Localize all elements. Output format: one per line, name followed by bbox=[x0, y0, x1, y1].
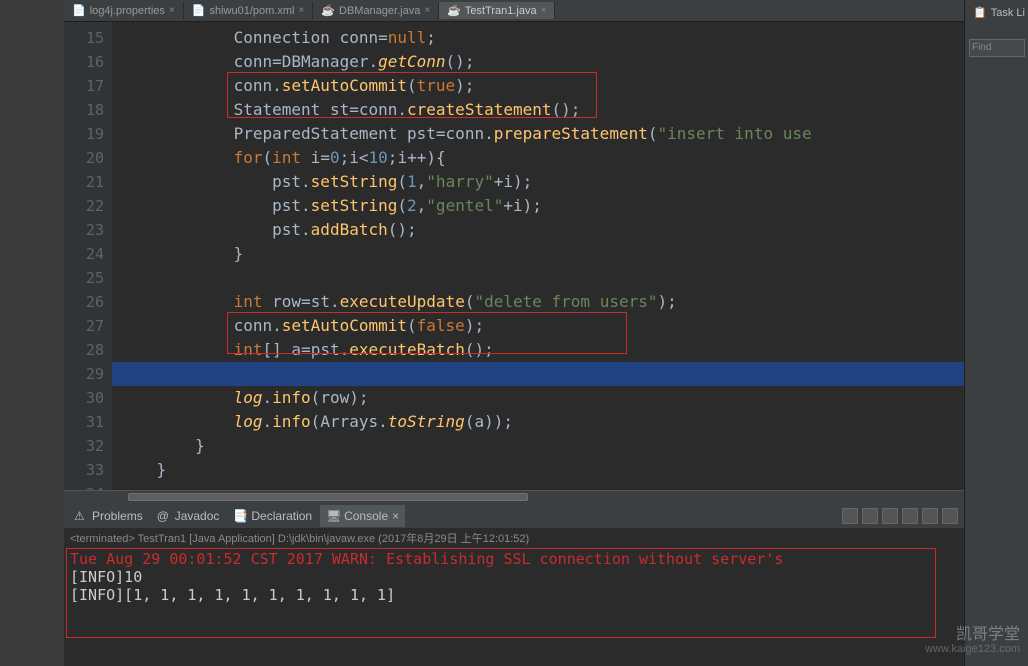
line-number: 15 bbox=[66, 26, 104, 50]
code-line bbox=[112, 266, 964, 290]
line-number: 32 bbox=[66, 434, 104, 458]
code-line bbox=[112, 482, 964, 490]
code-line: int[] a=pst.executeBatch(); bbox=[112, 338, 964, 362]
tab-label: shiwu01/pom.xml bbox=[209, 5, 294, 17]
tab-label: TestTran1.java bbox=[465, 5, 537, 17]
code-line: pst.setString(2,"gentel"+i); bbox=[112, 194, 964, 218]
code-line: for(int i=0;i<10;i++){ bbox=[112, 146, 964, 170]
scroll-thumb[interactable] bbox=[128, 493, 528, 501]
editor-tab[interactable]: ☕ DBManager.java × bbox=[313, 2, 439, 19]
close-icon[interactable]: × bbox=[541, 5, 547, 16]
line-number: 17 bbox=[66, 74, 104, 98]
console-tab-label: Javadoc bbox=[175, 509, 220, 523]
console-tab[interactable]: 📑 Declaration bbox=[227, 505, 318, 527]
line-number: 21 bbox=[66, 170, 104, 194]
code-line: int row=st.executeUpdate("delete from us… bbox=[112, 290, 964, 314]
console-tab-icon: @ bbox=[157, 509, 171, 523]
line-number: 23 bbox=[66, 218, 104, 242]
line-number: 16 bbox=[66, 50, 104, 74]
task-list-icon: 📋 bbox=[973, 6, 987, 19]
console-output[interactable]: Tue Aug 29 00:01:52 CST 2017 WARN: Estab… bbox=[64, 546, 964, 666]
code-line bbox=[112, 362, 964, 386]
console-tab-icon: ⚠ bbox=[74, 509, 88, 523]
minimize-icon[interactable] bbox=[942, 508, 958, 524]
editor-tab[interactable]: 📄shiwu01/pom.xml × bbox=[184, 2, 314, 19]
task-list-title: 📋 Task Li bbox=[969, 4, 1024, 21]
horizontal-scrollbar[interactable] bbox=[64, 490, 964, 504]
code-line: conn.setAutoCommit(false); bbox=[112, 314, 964, 338]
editor-tab[interactable]: 📄 log4j.properties × bbox=[64, 2, 184, 19]
line-number: 20 bbox=[66, 146, 104, 170]
code-line: log.info(row); bbox=[112, 386, 964, 410]
remove-launch-icon[interactable] bbox=[882, 508, 898, 524]
display-selected-icon[interactable] bbox=[902, 508, 918, 524]
console-warn-line: Tue Aug 29 00:01:52 CST 2017 WARN: Estab… bbox=[70, 550, 958, 568]
code-line: pst.setString(1,"harry"+i); bbox=[112, 170, 964, 194]
line-number: 18 bbox=[66, 98, 104, 122]
code-line: Connection conn=null; bbox=[112, 26, 964, 50]
pin-console-icon[interactable] bbox=[842, 508, 858, 524]
close-icon[interactable]: × bbox=[169, 5, 175, 16]
console-tab-label: Console bbox=[344, 509, 388, 523]
code-line: conn.setAutoCommit(true); bbox=[112, 74, 964, 98]
code-line: Statement st=conn.createStatement(); bbox=[112, 98, 964, 122]
task-search-input[interactable]: Find bbox=[969, 39, 1025, 57]
console-info-line: [INFO]10 bbox=[70, 568, 958, 586]
console-tab-icon: 🖥 bbox=[326, 509, 340, 523]
editor-wrapper: 1516171819202122232425262728293031323334… bbox=[64, 22, 964, 490]
code-line: pst.addBatch(); bbox=[112, 218, 964, 242]
tab-label: log4j.properties bbox=[90, 5, 165, 17]
console-tab[interactable]: @ Javadoc bbox=[151, 505, 226, 527]
close-icon[interactable]: × bbox=[424, 5, 430, 16]
line-number: 24 bbox=[66, 242, 104, 266]
close-icon[interactable]: × bbox=[392, 509, 399, 523]
close-console-icon[interactable] bbox=[862, 508, 878, 524]
code-line: } bbox=[112, 242, 964, 266]
line-number: 25 bbox=[66, 266, 104, 290]
line-number: 31 bbox=[66, 410, 104, 434]
open-console-icon[interactable] bbox=[922, 508, 938, 524]
console-info-line: [INFO][1, 1, 1, 1, 1, 1, 1, 1, 1, 1] bbox=[70, 586, 958, 604]
file-icon: 📄 bbox=[72, 4, 86, 17]
code-line: } bbox=[112, 458, 964, 482]
console-tab[interactable]: ⚠ Problems bbox=[68, 505, 149, 527]
editor-tab[interactable]: ☕ TestTran1.java × bbox=[439, 2, 555, 19]
file-icon: ☕ bbox=[447, 4, 461, 17]
line-number: 22 bbox=[66, 194, 104, 218]
file-icon: 📄 bbox=[192, 4, 206, 17]
line-number: 33 bbox=[66, 458, 104, 482]
editor-tab-bar: 📄log4j.properties×📄shiwu01/pom.xml×☕DBMa… bbox=[64, 0, 964, 22]
line-number: 28 bbox=[66, 338, 104, 362]
line-gutter: 1516171819202122232425262728293031323334 bbox=[64, 22, 112, 490]
console-status-line: <terminated> TestTran1 [Java Application… bbox=[64, 528, 964, 546]
tab-label: DBManager.java bbox=[339, 5, 420, 17]
code-area[interactable]: Connection conn=null; conn=DBManager.get… bbox=[112, 22, 964, 490]
left-margin bbox=[0, 0, 64, 666]
code-line: PreparedStatement pst=conn.prepareStatem… bbox=[112, 122, 964, 146]
console-tab-icon: 📑 bbox=[233, 509, 247, 523]
console-tab-label: Declaration bbox=[251, 509, 312, 523]
code-line: } bbox=[112, 434, 964, 458]
console-tab[interactable]: 🖥 Console × bbox=[320, 505, 405, 527]
console-tab-label: Problems bbox=[92, 509, 143, 523]
line-number: 26 bbox=[66, 290, 104, 314]
main-area: 📄log4j.properties×📄shiwu01/pom.xml×☕DBMa… bbox=[64, 0, 964, 666]
close-icon[interactable]: × bbox=[298, 5, 304, 16]
watermark: 凯哥学堂 www.kaige123.com bbox=[925, 628, 1020, 656]
ide-container: 📄log4j.properties×📄shiwu01/pom.xml×☕DBMa… bbox=[0, 0, 1028, 666]
line-number: 29 bbox=[66, 362, 104, 386]
line-number: 27 bbox=[66, 314, 104, 338]
line-number: 34 bbox=[66, 482, 104, 490]
console-tools bbox=[842, 508, 964, 524]
task-list-panel: 📋 Task Li Find bbox=[964, 0, 1028, 666]
code-line: conn=DBManager.getConn(); bbox=[112, 50, 964, 74]
line-number: 30 bbox=[66, 386, 104, 410]
code-line: log.info(Arrays.toString(a)); bbox=[112, 410, 964, 434]
line-number: 19 bbox=[66, 122, 104, 146]
bottom-panel-tabs: ⚠ Problems @ Javadoc 📑 Declaration 🖥 Console × bbox=[64, 504, 964, 528]
file-icon: ☕ bbox=[321, 4, 335, 17]
